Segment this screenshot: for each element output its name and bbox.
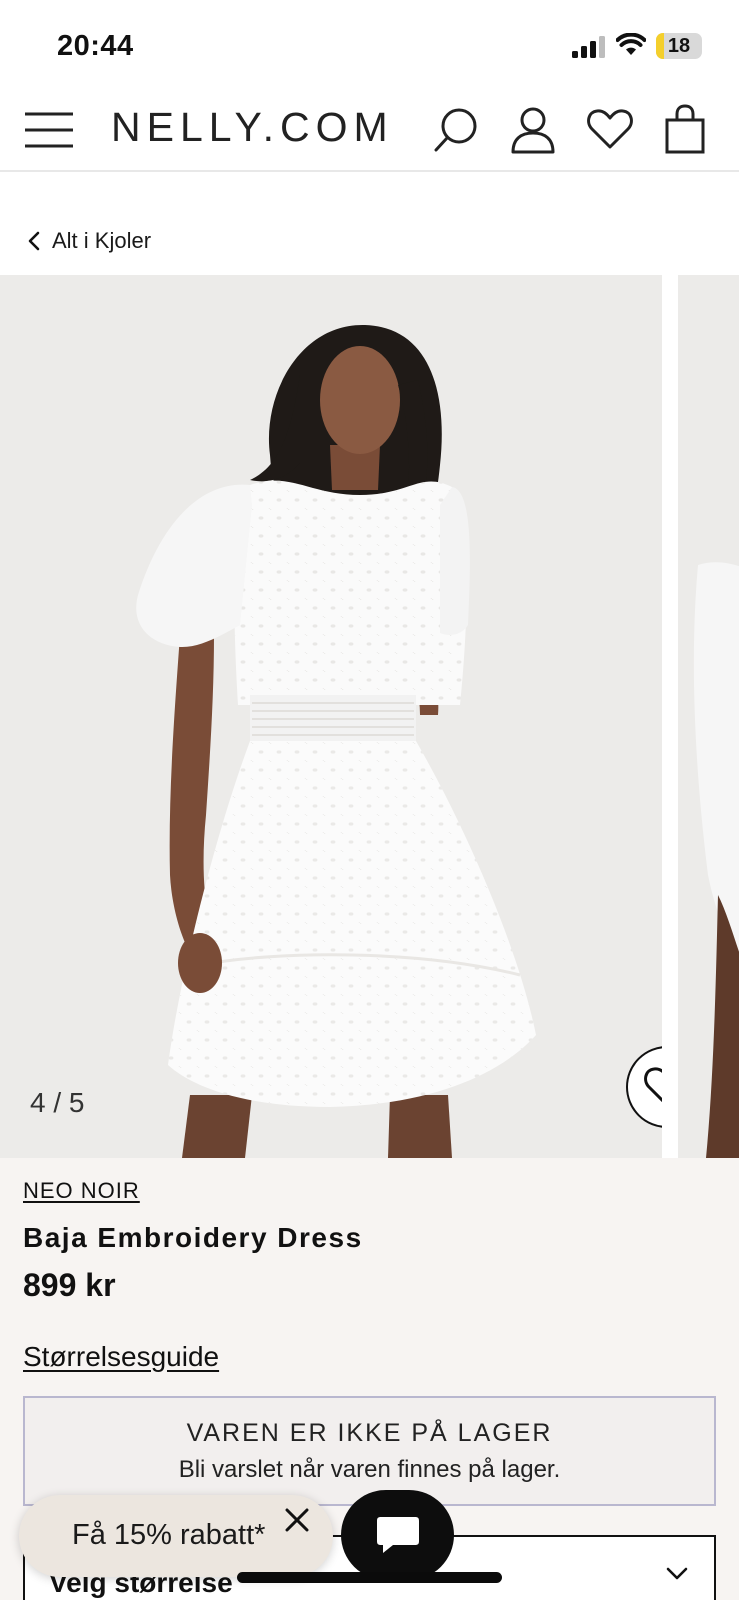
chevron-left-icon (28, 231, 40, 251)
account-icon[interactable] (511, 106, 555, 154)
search-icon[interactable] (434, 108, 480, 152)
menu-icon[interactable] (24, 110, 74, 150)
product-image[interactable]: 4 / 5 (0, 275, 662, 1158)
battery-indicator: 18 (656, 33, 702, 59)
status-bar: 20:44 18 (0, 0, 739, 94)
battery-level: 18 (667, 35, 691, 57)
bag-icon[interactable] (665, 104, 705, 154)
chevron-down-icon (666, 1567, 688, 1580)
promo-text: Få 15% rabatt* (72, 1519, 266, 1551)
status-time: 20:44 (57, 30, 134, 62)
size-guide-link[interactable]: Størrelsesguide (23, 1341, 219, 1373)
breadcrumb-label: Alt i Kjoler (52, 228, 152, 253)
discount-promo-button[interactable]: Få 15% rabatt* (19, 1495, 333, 1577)
product-price: 899 kr (23, 1267, 116, 1303)
cellular-signal-icon (572, 36, 605, 58)
site-logo[interactable]: NELLY.COM (111, 104, 394, 151)
brand-link[interactable]: NEO NOIR (23, 1178, 140, 1204)
breadcrumb[interactable]: Alt i Kjoler (28, 228, 151, 254)
chat-bubble-icon (376, 1517, 419, 1553)
heart-icon (644, 1067, 662, 1103)
out-of-stock-subtitle: Bli varslet når varen finnes på lager. (178, 1456, 561, 1483)
wifi-icon (616, 33, 646, 55)
out-of-stock-notify-button[interactable]: VAREN ER IKKE PÅ LAGER Bli varslet når v… (23, 1396, 716, 1506)
model-in-white-dress-illustration (136, 324, 536, 1158)
product-gallery[interactable]: 4 / 5 (0, 275, 739, 1158)
close-icon[interactable] (284, 1507, 310, 1533)
product-name: Baja Embroidery Dress (23, 1222, 363, 1253)
chat-button[interactable] (341, 1490, 454, 1580)
next-image-preview (693, 562, 739, 1158)
out-of-stock-title: VAREN ER IKKE PÅ LAGER (186, 1419, 553, 1447)
home-indicator (237, 1572, 502, 1583)
wishlist-icon[interactable] (587, 108, 633, 150)
image-counter: 4 / 5 (30, 1087, 85, 1118)
site-header: NELLY.COM (0, 94, 739, 172)
next-product-image[interactable] (678, 275, 739, 1158)
